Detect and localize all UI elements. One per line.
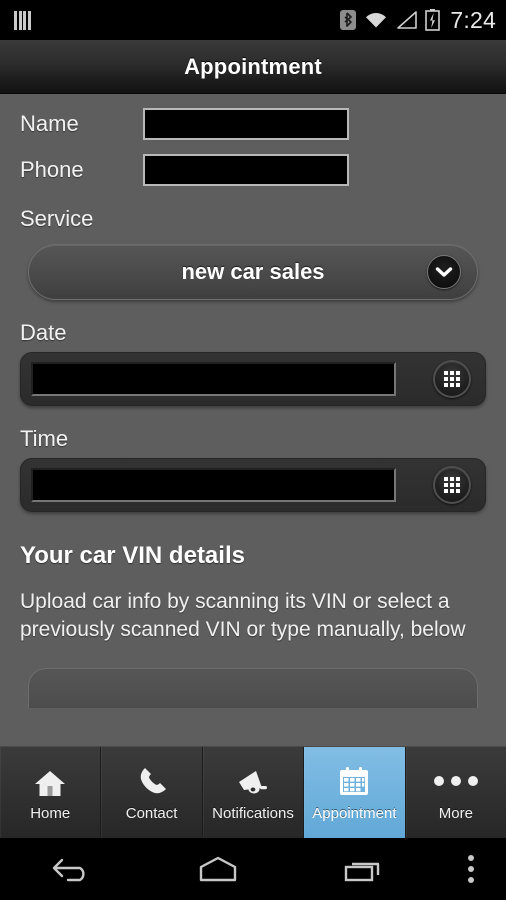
home-pentagon-icon bbox=[199, 856, 237, 882]
name-row: Name bbox=[0, 108, 506, 140]
phone-screen: 7:24 Appointment Name Phone Service new … bbox=[0, 0, 506, 900]
date-label: Date bbox=[20, 320, 67, 345]
status-bar-right: 7:24 bbox=[340, 7, 496, 34]
tab-appointment[interactable]: Appointment bbox=[304, 747, 406, 838]
vin-scan-button-partial[interactable] bbox=[28, 667, 478, 708]
phone-input[interactable] bbox=[143, 154, 349, 186]
tab-more[interactable]: More bbox=[405, 747, 506, 838]
cellular-signal-icon bbox=[397, 11, 418, 29]
back-arrow-icon bbox=[52, 858, 85, 882]
vin-section-description: Upload car info by scanning its VIN or s… bbox=[20, 590, 466, 641]
service-label: Service bbox=[20, 206, 94, 231]
status-bar-clock: 7:24 bbox=[450, 6, 496, 33]
bottom-tab-bar: Home Contact Notifications Appointment M… bbox=[0, 746, 506, 838]
android-nav-bar bbox=[0, 838, 506, 900]
time-row bbox=[0, 458, 506, 512]
overflow-menu-icon bbox=[467, 855, 474, 883]
phone-label: Phone bbox=[20, 157, 84, 182]
calendar-icon bbox=[338, 764, 370, 798]
tab-home[interactable]: Home bbox=[0, 747, 102, 838]
date-input[interactable] bbox=[31, 362, 396, 396]
nav-recents-button[interactable] bbox=[291, 854, 436, 884]
sim-bars-icon bbox=[14, 10, 31, 30]
chevron-down-icon[interactable] bbox=[427, 255, 461, 289]
nav-home-button[interactable] bbox=[145, 854, 290, 884]
ellipsis-icon bbox=[433, 764, 478, 798]
service-select[interactable]: new car sales bbox=[28, 244, 478, 300]
time-label: Time bbox=[20, 426, 69, 451]
tab-more-label: More bbox=[438, 804, 473, 822]
nav-back-button[interactable] bbox=[0, 854, 145, 884]
phone-row: Phone bbox=[0, 154, 506, 186]
service-selected-value: new car sales bbox=[181, 259, 325, 284]
clock-grid-icon[interactable] bbox=[433, 466, 471, 504]
tab-contact-label: Contact bbox=[125, 804, 178, 822]
recents-icon bbox=[345, 862, 380, 882]
nav-overflow-button[interactable] bbox=[436, 855, 506, 883]
tab-appointment-label: Appointment bbox=[312, 804, 397, 822]
time-picker-container bbox=[20, 458, 486, 512]
page-title: Appointment bbox=[184, 53, 322, 79]
phone-icon bbox=[136, 764, 168, 798]
bluetooth-icon bbox=[340, 10, 357, 30]
tab-home-label: Home bbox=[30, 804, 71, 822]
megaphone-icon bbox=[236, 764, 270, 798]
time-input[interactable] bbox=[31, 468, 396, 502]
form-content: Name Phone Service new car sales Date Ti… bbox=[0, 94, 506, 746]
calendar-grid-icon[interactable] bbox=[433, 360, 471, 398]
name-input[interactable] bbox=[143, 108, 349, 140]
battery-charging-icon bbox=[425, 9, 441, 31]
date-picker-container bbox=[20, 352, 486, 406]
tab-notifications-label: Notifications bbox=[212, 804, 294, 822]
vin-section-heading: Your car VIN details bbox=[20, 542, 245, 569]
status-bar: 7:24 bbox=[0, 0, 506, 40]
status-bar-left bbox=[14, 10, 31, 30]
name-label: Name bbox=[20, 111, 79, 136]
home-icon bbox=[33, 764, 67, 798]
wifi-icon bbox=[364, 10, 389, 28]
date-row bbox=[0, 352, 506, 406]
title-bar: Appointment bbox=[0, 40, 506, 94]
tab-notifications[interactable]: Notifications bbox=[202, 747, 305, 838]
tab-contact[interactable]: Contact bbox=[101, 747, 203, 838]
